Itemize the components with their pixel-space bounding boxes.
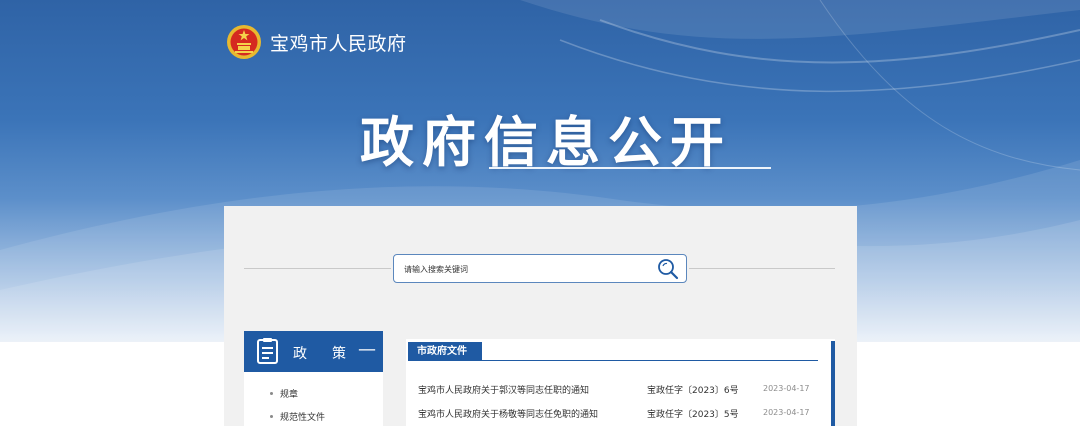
document-number: 宝政任字〔2023〕5号 (647, 410, 739, 420)
tab-city-government-documents[interactable]: 市政府文件 (408, 342, 482, 361)
sidebar-item-label: 规章 (280, 390, 299, 400)
sidebar-item-rules[interactable]: 规章 (270, 387, 299, 400)
site-logo[interactable]: 宝鸡市人民政府 (226, 22, 407, 62)
city-government-documents: 市政府文件 宝鸡市人民政府关于郭汉等同志任职的通知 宝政任字〔2023〕6号 2… (406, 339, 835, 426)
document-row: 宝鸡市人民政府关于郭汉等同志任职的通知 宝政任字〔2023〕6号 2023-04… (418, 383, 818, 399)
document-row: 宝鸡市人民政府关于杨敬等同志任免职的通知 宝政任字〔2023〕5号 2023-0… (418, 407, 818, 423)
document-icon (257, 338, 278, 364)
document-title-link[interactable]: 宝鸡市人民政府关于杨敬等同志任免职的通知 (418, 407, 598, 420)
search-input[interactable] (404, 261, 644, 277)
sidebar-heading-part1: 政 (293, 346, 309, 362)
collapse-toggle[interactable]: — (358, 339, 376, 360)
sidebar-heading-part2: 策 (332, 346, 346, 362)
policy-sidebar-header[interactable]: 政 策 — (244, 331, 383, 372)
bullet-icon (270, 415, 273, 418)
sidebar-item-label: 规范性文件 (280, 413, 326, 423)
page-title: 政府信息公开 (360, 111, 732, 174)
title-underline (489, 167, 771, 169)
bullet-icon (270, 392, 273, 395)
main-panel: 政 策 — 规章 规范性文件 市政府文件 宝鸡市人民政府关于郭汉等同志任职的通知… (224, 206, 857, 426)
national-emblem-icon (227, 25, 261, 59)
document-date: 2023-04-17 (763, 384, 810, 393)
search-divider-right (689, 268, 835, 269)
search-divider-left (244, 268, 391, 269)
search-icon[interactable] (656, 257, 680, 281)
site-name: 宝鸡市人民政府 (270, 32, 407, 55)
docs-accent-bar (831, 341, 835, 426)
sidebar-item-normative-documents[interactable]: 规范性文件 (270, 410, 326, 423)
policy-sidebar-list: 规章 规范性文件 (244, 372, 383, 426)
document-title-link[interactable]: 宝鸡市人民政府关于郭汉等同志任职的通知 (418, 383, 589, 396)
document-date: 2023-04-17 (763, 408, 810, 417)
document-number: 宝政任字〔2023〕6号 (647, 386, 739, 396)
tab-underline (408, 360, 818, 361)
search-box (393, 254, 687, 283)
